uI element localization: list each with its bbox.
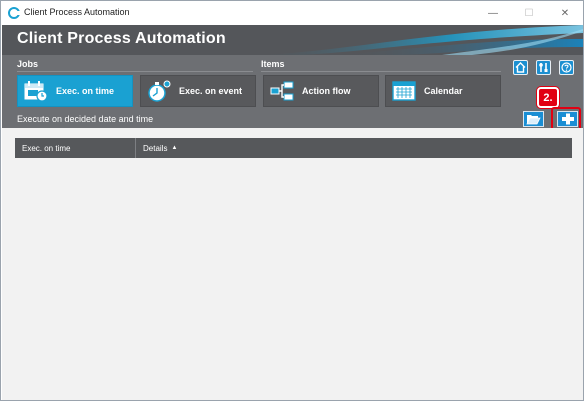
exec-on-event-button[interactable]: Exec. on event <box>140 75 256 107</box>
sort-ascending-icon: ▲ <box>171 145 178 151</box>
step-callout: 2. <box>537 87 559 108</box>
section-divider <box>261 71 501 72</box>
home-icon <box>515 62 526 73</box>
exec-on-event-label: Exec. on event <box>179 86 243 96</box>
minimize-button[interactable]: — <box>475 1 511 25</box>
app-logo-icon <box>8 7 20 19</box>
window-title: Client Process Automation <box>24 7 130 17</box>
banner-title: Client Process Automation <box>17 30 226 47</box>
header-banner: Client Process Automation <box>2 25 583 55</box>
help-icon <box>561 62 572 73</box>
settings-button[interactable] <box>536 60 551 75</box>
column-header-exec-on-time[interactable]: Exec. on time <box>15 138 136 158</box>
exec-on-time-button[interactable]: Exec. on time <box>17 75 133 107</box>
column-header-label: Details <box>143 143 168 153</box>
tools-icon <box>539 63 548 72</box>
maximize-button[interactable]: ☐ <box>511 1 547 25</box>
help-button[interactable] <box>559 60 574 75</box>
job-list-area: Exec. on time Details ▲ <box>2 128 583 400</box>
exec-on-time-label: Exec. on time <box>56 86 115 96</box>
calendar-grid-icon <box>392 81 416 101</box>
open-folder-icon <box>526 115 541 125</box>
stopwatch-icon <box>148 80 171 102</box>
column-header-label: Exec. on time <box>22 143 71 153</box>
section-label-jobs: Jobs <box>17 59 39 69</box>
action-flow-label: Action flow <box>302 86 351 96</box>
job-description: Execute on decided date and time <box>17 114 154 124</box>
calendar-button[interactable]: Calendar <box>385 75 501 107</box>
flow-diagram-icon <box>270 81 294 101</box>
close-button[interactable]: ✕ <box>547 1 583 25</box>
app-window: Client Process Automation — ☐ ✕ Client P… <box>0 0 584 401</box>
title-bar: Client Process Automation — ☐ ✕ <box>1 1 583 25</box>
open-button[interactable] <box>523 111 544 127</box>
toolbar: Jobs Items Exec. on time Exec. on event … <box>2 55 583 128</box>
calendar-clock-icon <box>24 81 48 102</box>
section-label-items: Items <box>261 59 285 69</box>
grid-header: Exec. on time Details ▲ <box>15 138 572 158</box>
calendar-label: Calendar <box>424 86 463 96</box>
home-button[interactable] <box>513 60 528 75</box>
action-flow-button[interactable]: Action flow <box>263 75 379 107</box>
column-header-details[interactable]: Details ▲ <box>136 138 572 158</box>
section-divider <box>17 71 253 72</box>
